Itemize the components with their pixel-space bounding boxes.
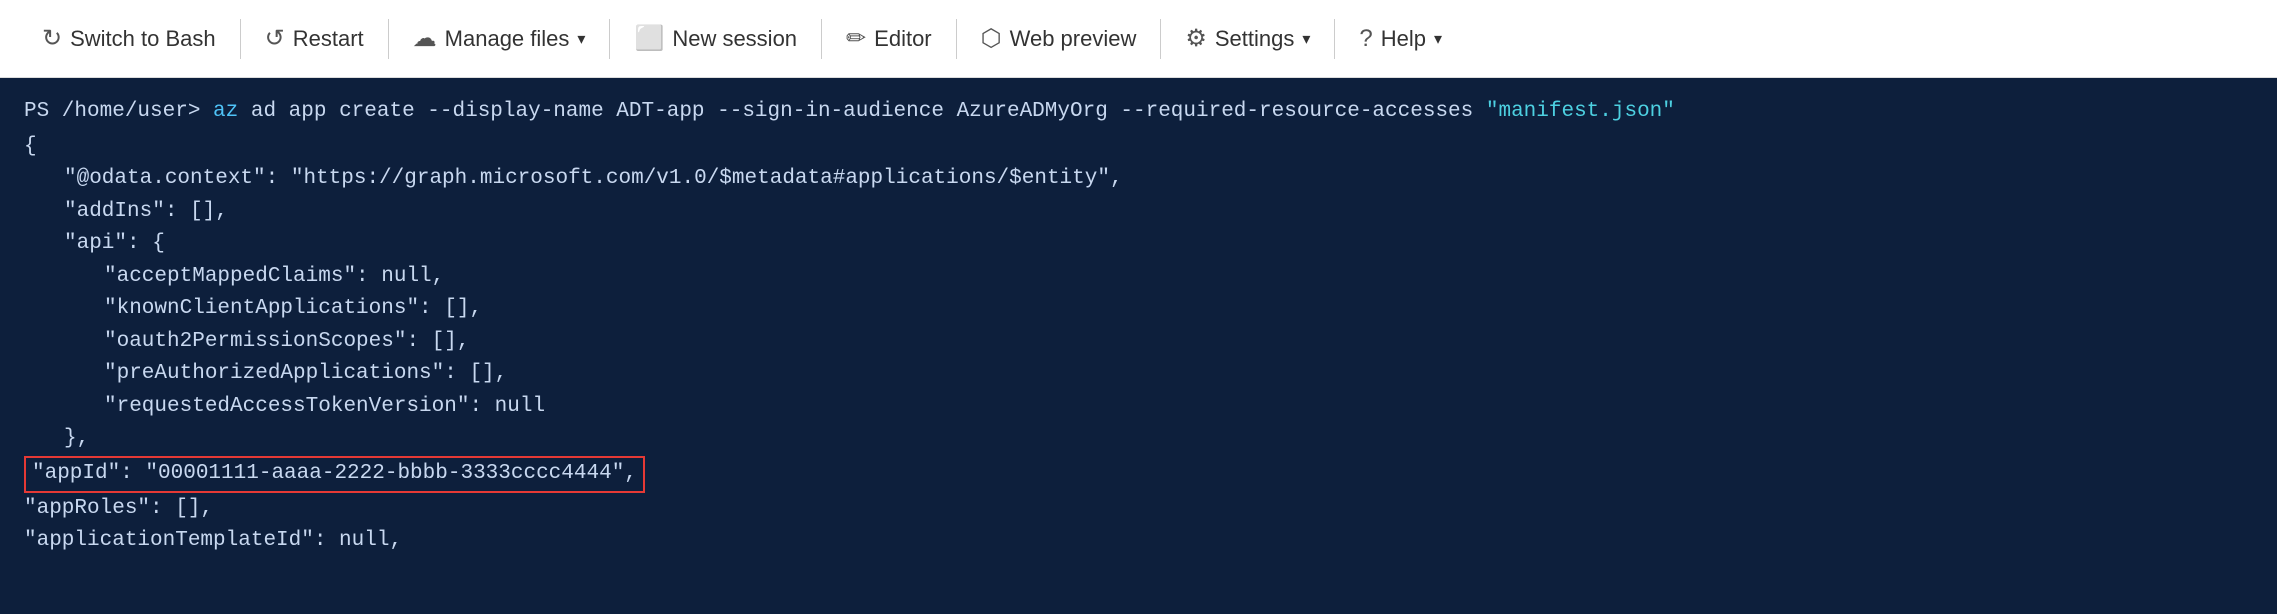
divider-4 xyxy=(821,19,822,59)
web-preview-icon: ⬡ xyxy=(981,24,1002,53)
help-label: Help xyxy=(1381,26,1426,52)
json-addins-text: "addIns": [], xyxy=(64,200,228,223)
editor-button[interactable]: ✏ Editor xyxy=(824,0,954,78)
settings-label: Settings xyxy=(1215,26,1295,52)
divider-7 xyxy=(1334,19,1335,59)
json-approles: "appRoles": [], xyxy=(24,493,2253,526)
open-brace: { xyxy=(24,135,37,158)
json-requested-access-text: "requestedAccessTokenVersion": null xyxy=(104,395,545,418)
json-preauth: "preAuthorizedApplications": [], xyxy=(24,358,2253,391)
editor-icon: ✏ xyxy=(846,24,866,53)
json-api-text: "api": { xyxy=(64,232,165,255)
prompt-args: ad app create --display-name ADT-app --s… xyxy=(238,100,1486,123)
json-addins: "addIns": [], xyxy=(24,196,2253,229)
json-known-client: "knownClientApplications": [], xyxy=(24,293,2253,326)
json-line-open-brace: { xyxy=(24,131,2253,164)
help-chevron-icon: ▾ xyxy=(1434,29,1442,49)
divider-6 xyxy=(1160,19,1161,59)
manage-files-button[interactable]: ☁ Manage files ▾ xyxy=(391,0,608,78)
help-button[interactable]: ? Help ▾ xyxy=(1337,0,1464,78)
restart-button[interactable]: ↺ Restart xyxy=(243,0,386,78)
json-oauth2: "oauth2PermissionScopes": [], xyxy=(24,326,2253,359)
divider-2 xyxy=(388,19,389,59)
json-app-template-id: "applicationTemplateId": null, xyxy=(24,525,2253,558)
command-line: PS /home/user> az ad app create --displa… xyxy=(24,96,2253,129)
json-accept-mapped: "acceptMappedClaims": null, xyxy=(24,261,2253,294)
settings-chevron-icon: ▾ xyxy=(1302,29,1310,49)
json-app-template-id-text: "applicationTemplateId": null, xyxy=(24,529,402,552)
manage-files-chevron-icon: ▾ xyxy=(577,29,585,49)
switch-bash-label: Switch to Bash xyxy=(70,26,216,52)
json-api: "api": { xyxy=(24,228,2253,261)
editor-label: Editor xyxy=(874,26,931,52)
web-preview-label: Web preview xyxy=(1010,26,1137,52)
new-session-button[interactable]: ⬜ New session xyxy=(612,0,819,78)
json-accept-mapped-text: "acceptMappedClaims": null, xyxy=(104,265,444,288)
switch-icon: ↻ xyxy=(42,24,62,53)
prompt-ps: PS /home/user> xyxy=(24,100,213,123)
restart-icon: ↺ xyxy=(265,24,285,53)
web-preview-button[interactable]: ⬡ Web preview xyxy=(959,0,1159,78)
help-icon: ? xyxy=(1359,25,1372,53)
divider-5 xyxy=(956,19,957,59)
json-approles-text: "appRoles": [], xyxy=(24,497,213,520)
toolbar: ↻ Switch to Bash ↺ Restart ☁ Manage file… xyxy=(0,0,2277,78)
json-requested-access: "requestedAccessTokenVersion": null xyxy=(24,391,2253,424)
prompt-file-arg: "manifest.json" xyxy=(1486,100,1675,123)
json-known-client-text: "knownClientApplications": [], xyxy=(104,297,482,320)
restart-label: Restart xyxy=(293,26,364,52)
new-session-label: New session xyxy=(672,26,797,52)
manage-files-label: Manage files xyxy=(445,26,570,52)
settings-icon: ⚙ xyxy=(1185,24,1207,53)
json-preauth-text: "preAuthorizedApplications": [], xyxy=(104,362,507,385)
json-api-close: }, xyxy=(24,423,2253,456)
json-api-close-text: }, xyxy=(64,427,89,450)
settings-button[interactable]: ⚙ Settings ▾ xyxy=(1163,0,1332,78)
json-odata-text: "@odata.context": "https://graph.microso… xyxy=(64,167,1123,190)
divider-1 xyxy=(240,19,241,59)
switch-to-bash-button[interactable]: ↻ Switch to Bash xyxy=(20,0,238,78)
json-oauth2-text: "oauth2PermissionScopes": [], xyxy=(104,330,469,353)
new-session-icon: ⬜ xyxy=(634,24,664,53)
json-odata: "@odata.context": "https://graph.microso… xyxy=(24,163,2253,196)
prompt-cmd-az: az xyxy=(213,100,238,123)
json-appid-line: "appId": "00001111-aaaa-2222-bbbb-3333cc… xyxy=(24,456,2253,493)
manage-files-icon: ☁ xyxy=(413,24,437,53)
json-appid-highlighted: "appId": "00001111-aaaa-2222-bbbb-3333cc… xyxy=(24,456,645,493)
divider-3 xyxy=(609,19,610,59)
terminal[interactable]: PS /home/user> az ad app create --displa… xyxy=(0,78,2277,614)
